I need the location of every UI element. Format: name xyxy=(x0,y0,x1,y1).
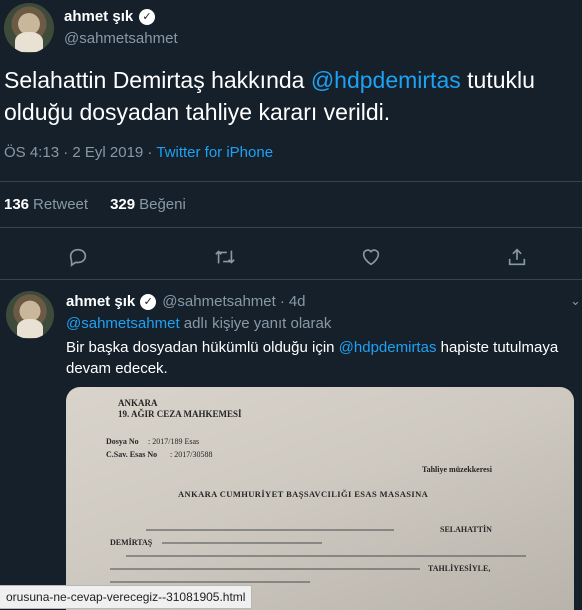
divider xyxy=(0,227,582,228)
retweet-stat[interactable]: 136 Retweet xyxy=(4,196,88,213)
tweet-text: Bir başka dosyadan hükümlü olduğu için @… xyxy=(66,337,566,379)
replying-to: @sahmetsahmet adlı kişiye yanıt olarak xyxy=(66,315,331,332)
tweet-age[interactable]: 4d xyxy=(289,293,306,310)
reply-tweet[interactable]: ahmet şık ✓ @sahmetsahmet · 4d ⌄ @sahmet… xyxy=(0,281,582,610)
divider xyxy=(0,279,582,280)
replying-mention[interactable]: @sahmetsahmet xyxy=(66,315,180,332)
doc-name: SELAHATTİN xyxy=(440,525,492,534)
avatar[interactable] xyxy=(6,291,54,339)
doc-court: 19. AĞIR CEZA MAHKEMESİ xyxy=(118,409,242,419)
reply-header: ahmet şık ✓ @sahmetsahmet · 4d xyxy=(66,293,306,310)
verified-badge-icon: ✓ xyxy=(140,293,157,310)
verified-badge-icon: ✓ xyxy=(139,9,155,25)
retweet-label: Retweet xyxy=(33,196,89,213)
mention-link[interactable]: @hdpdemirtas xyxy=(311,67,461,93)
doc-text-line xyxy=(162,542,322,544)
link-status-bar: orusuna-ne-cevap-verecegiz--31081905.htm… xyxy=(0,585,253,609)
share-button[interactable] xyxy=(504,244,530,270)
like-icon xyxy=(362,249,380,266)
tweet-text: Selahattin Demirtaş hakkında @hdpdemirta… xyxy=(4,64,564,128)
doc-tahliye: Tahliye müzekkeresi xyxy=(422,465,493,474)
retweet-count: 136 xyxy=(4,196,30,213)
doc-text-line xyxy=(110,581,310,583)
author-name[interactable]: ahmet şık xyxy=(64,8,133,25)
like-button[interactable] xyxy=(358,244,384,270)
doc-name-2: DEMİRTAŞ xyxy=(110,538,153,547)
replying-suffix: adlı kişiye yanıt olarak xyxy=(179,315,332,332)
avatar[interactable] xyxy=(4,3,54,53)
like-stat[interactable]: 329 Beğeni xyxy=(110,196,186,213)
doc-csav-value: : 2017/30588 xyxy=(170,450,213,459)
doc-tahliyesiyle: TAHLİYESİYLE, xyxy=(428,564,491,573)
author-handle[interactable]: @sahmetsahmet xyxy=(64,30,178,47)
engagement-stats: 136 Retweet 329 Beğeni xyxy=(4,196,186,213)
doc-dosya-label: Dosya No xyxy=(106,437,139,446)
reply-button[interactable] xyxy=(65,244,91,270)
main-tweet: ahmet şık ✓ @sahmetsahmet Selahattin Dem… xyxy=(0,0,582,280)
divider xyxy=(0,181,582,182)
timestamp[interactable]: ÖS 4:13 · 2 Eyl 2019 · xyxy=(4,144,156,161)
retweet-icon xyxy=(215,250,235,264)
attached-document-image[interactable]: ANKARA 19. AĞIR CEZA MAHKEMESİ Dosya No … xyxy=(66,387,574,610)
author-name[interactable]: ahmet şık xyxy=(66,293,135,310)
mention-link[interactable]: @hdpdemirtas xyxy=(339,339,437,356)
separator-dot: · xyxy=(279,293,285,310)
retweet-button[interactable] xyxy=(212,244,238,270)
tweet-meta: ÖS 4:13 · 2 Eyl 2019 · Twitter for iPhon… xyxy=(4,144,273,161)
like-label: Beğeni xyxy=(139,196,186,213)
doc-heading: ANKARA CUMHURİYET BAŞSAVCILIĞI ESAS MASA… xyxy=(178,489,429,499)
doc-csav-label: C.Sav. Esas No xyxy=(106,450,158,459)
doc-text-line xyxy=(126,555,526,557)
doc-city: ANKARA xyxy=(118,398,158,408)
chevron-down-icon[interactable]: ⌄ xyxy=(570,293,581,309)
tweet-text-part: Selahattin Demirtaş hakkında xyxy=(4,67,311,93)
action-bar xyxy=(0,236,582,276)
doc-text-line xyxy=(146,529,394,531)
share-icon xyxy=(508,248,526,266)
doc-text-line xyxy=(110,568,420,570)
like-count: 329 xyxy=(110,196,136,213)
reply-icon xyxy=(69,248,87,267)
source-link[interactable]: Twitter for iPhone xyxy=(156,144,273,161)
author-handle[interactable]: @sahmetsahmet xyxy=(162,293,276,310)
doc-dosya-value: : 2017/189 Esas xyxy=(148,437,200,446)
tweet-text-part: Bir başka dosyadan hükümlü olduğu için xyxy=(66,339,339,356)
